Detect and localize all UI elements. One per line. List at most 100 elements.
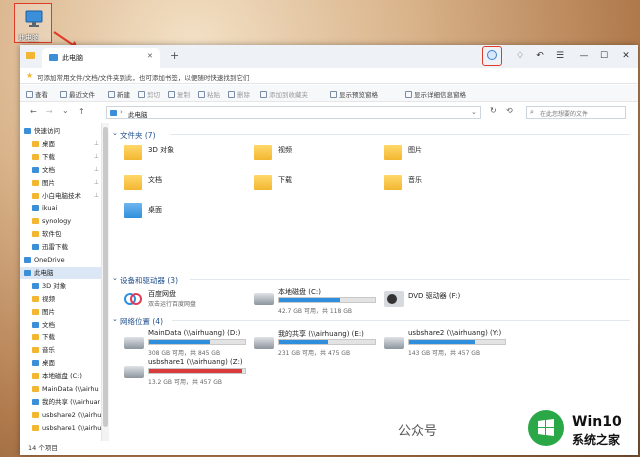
recent-files-label: 最近文件 bbox=[69, 91, 95, 99]
cut-button[interactable]: 剪切 bbox=[138, 89, 160, 99]
address-dropdown-icon[interactable]: ⌄ bbox=[471, 108, 477, 116]
add-bookmark-button[interactable]: 添加到收藏夹 bbox=[260, 89, 308, 99]
undo-icon[interactable]: ↶ bbox=[532, 48, 548, 64]
drive-space-text: 42.7 GB 可用，共 118 GB bbox=[278, 308, 352, 315]
3d-cube-folder-icon bbox=[124, 145, 142, 160]
sidebar-item-icon bbox=[32, 244, 39, 251]
close-button[interactable]: ✕ bbox=[618, 48, 634, 64]
paste-button[interactable]: 粘贴 bbox=[198, 89, 220, 99]
sidebar-item[interactable]: 迅雷下载 bbox=[20, 241, 102, 253]
new-tab-button[interactable]: + bbox=[170, 49, 179, 62]
new-button[interactable]: 新建 bbox=[108, 89, 130, 99]
content-area: ⌄ 文件夹 (7) 3D 对象 视频 图片 文档 下载 音乐 桌面 ⌄ 设备和驱… bbox=[110, 125, 638, 441]
up-icon[interactable]: ↑ bbox=[78, 107, 85, 116]
recent-files-button[interactable]: 最近文件 bbox=[60, 89, 95, 99]
show-preview-pane-button[interactable]: 显示预览窗格 bbox=[330, 89, 378, 99]
pin-icon[interactable]: ⊥ bbox=[94, 177, 99, 189]
sidebar-item[interactable]: 此电脑 bbox=[20, 266, 102, 279]
copy-button[interactable]: 复制 bbox=[168, 89, 190, 99]
pin-icon[interactable]: ⊥ bbox=[94, 151, 99, 163]
forward-icon[interactable]: → bbox=[46, 107, 53, 116]
search-placeholder: 在此您想要的文件 bbox=[540, 111, 589, 118]
dropdown-icon[interactable]: ⌄ bbox=[62, 106, 69, 115]
drive-name: DVD 驱动器 (F:) bbox=[408, 292, 461, 300]
help-button[interactable] bbox=[482, 46, 502, 66]
sidebar-item[interactable]: 3D 对象 bbox=[20, 280, 102, 292]
computer-icon bbox=[49, 54, 58, 61]
tab-close-icon[interactable]: ✕ bbox=[147, 52, 153, 60]
pin-icon[interactable]: ⊥ bbox=[94, 190, 99, 202]
minimize-button[interactable]: — bbox=[576, 48, 592, 64]
bookmark-hint-text: 可添加常用文件/文档/文件夹到此，也可添加书签，以便随时快速找到它们 bbox=[37, 74, 250, 82]
shirt-skin-icon[interactable]: ♢ bbox=[512, 48, 528, 64]
network-drive-e[interactable]: 我的共享 (\\airhuang) (E:) 231 GB 可用，共 475 G… bbox=[254, 329, 378, 359]
sidebar-item[interactable]: 我的共享 (\\airhuar bbox=[20, 396, 102, 408]
sidebar-item[interactable]: 图片 ⊥ bbox=[20, 177, 102, 189]
copy-label: 复制 bbox=[177, 91, 190, 99]
drive-dvd-f[interactable]: DVD 驱动器 (F:) bbox=[384, 289, 504, 315]
section-folders-header[interactable]: 文件夹 (7) bbox=[120, 130, 156, 141]
search-input[interactable]: ⌕ 在此您想要的文件 bbox=[526, 106, 626, 119]
tab-this-pc[interactable]: 此电脑 ✕ bbox=[42, 48, 160, 68]
sidebar-item[interactable]: ikuai bbox=[20, 202, 102, 214]
view-label: 查看 bbox=[35, 91, 48, 99]
sidebar-item[interactable]: 小白电脑技术 ⊥ bbox=[20, 190, 102, 202]
network-drive-d[interactable]: MainData (\\airhuang) (D:) 308 GB 可用，共 8… bbox=[124, 329, 248, 359]
breadcrumb-this-pc[interactable]: 此电脑 bbox=[128, 109, 148, 119]
sidebar-item-label: 下载 bbox=[42, 333, 55, 342]
menu-icon[interactable]: ☰ bbox=[552, 48, 568, 64]
folder-label: 视频 bbox=[278, 146, 292, 154]
show-details-label: 显示详细信息窗格 bbox=[414, 91, 466, 99]
sidebar-scrollbar[interactable] bbox=[102, 123, 109, 441]
sidebar-item[interactable]: 下载 ⊥ bbox=[20, 151, 102, 163]
sidebar-item[interactable]: OneDrive bbox=[20, 254, 102, 266]
device-name: 百度网盘 bbox=[148, 290, 176, 298]
folder-label: 桌面 bbox=[148, 206, 162, 214]
network-drive-z[interactable]: usbshare1 (\\airhuang) (Z:) 13.2 GB 可用，共… bbox=[124, 358, 248, 388]
delete-button[interactable]: 删除 bbox=[228, 89, 250, 99]
maximize-button[interactable]: ☐ bbox=[596, 48, 612, 64]
address-field[interactable]: › 此电脑 ⌄ bbox=[106, 106, 481, 119]
device-baidu-netdisk[interactable]: 百度网盘 双击运行百度网盘 bbox=[124, 289, 244, 315]
sidebar-item-icon bbox=[32, 166, 39, 173]
drive-usage-bar bbox=[278, 339, 376, 345]
scrollbar-thumb[interactable] bbox=[103, 127, 108, 427]
sidebar-item-label: 迅雷下载 bbox=[42, 243, 68, 252]
sidebar-item[interactable]: 下载 bbox=[20, 331, 102, 343]
desktop-icon-label: 此电脑 bbox=[18, 34, 39, 42]
sidebar-item-icon bbox=[32, 308, 39, 315]
sidebar-item[interactable]: usbshare1 (\\airhu bbox=[20, 422, 102, 434]
sidebar-item[interactable]: 桌面 bbox=[20, 357, 102, 369]
view-button[interactable]: 查看 bbox=[26, 89, 48, 99]
details-pane-icon bbox=[405, 90, 412, 98]
sidebar-item[interactable]: 文档 ⊥ bbox=[20, 164, 102, 176]
drive-name: usbshare2 (\\airhuang) (Y:) bbox=[408, 329, 502, 337]
history-icon[interactable]: ⟲ bbox=[506, 106, 513, 115]
sidebar-item-icon bbox=[32, 179, 39, 186]
pin-icon[interactable]: ⊥ bbox=[94, 138, 99, 150]
document-folder-icon bbox=[124, 175, 142, 190]
section-network-header[interactable]: 网络位置 (4) bbox=[120, 316, 163, 327]
drive-usage-bar bbox=[148, 368, 246, 374]
network-drive-y[interactable]: usbshare2 (\\airhuang) (Y:) 143 GB 可用，共 … bbox=[384, 329, 508, 359]
sidebar-item[interactable]: 视频 bbox=[20, 293, 102, 305]
sidebar-item[interactable]: 音乐 bbox=[20, 344, 102, 356]
sidebar-item[interactable]: 图片 bbox=[20, 306, 102, 318]
sidebar-item[interactable]: 软件包 bbox=[20, 228, 102, 240]
sidebar-item[interactable]: 本地磁盘 (C:) bbox=[20, 370, 102, 382]
sidebar-item[interactable]: usbshare2 (\\airhu bbox=[20, 409, 102, 421]
sidebar-item[interactable]: 桌面 ⊥ bbox=[20, 138, 102, 150]
drive-usage-bar bbox=[278, 297, 376, 303]
pin-icon[interactable]: ⊥ bbox=[94, 164, 99, 176]
sidebar-item[interactable]: MainData (\\airhu bbox=[20, 383, 102, 395]
sidebar-item-label: 文档 bbox=[42, 320, 55, 329]
sidebar-item[interactable]: 文档 bbox=[20, 319, 102, 331]
sidebar-item[interactable]: synology bbox=[20, 215, 102, 227]
sidebar-item-label: 文档 bbox=[42, 165, 55, 174]
refresh-icon[interactable]: ↻ bbox=[490, 106, 497, 115]
sidebar-item[interactable]: 快速访问 bbox=[20, 125, 102, 137]
drive-c[interactable]: 本地磁盘 (C:) 42.7 GB 可用，共 118 GB bbox=[254, 287, 378, 317]
back-icon[interactable]: ← bbox=[30, 107, 37, 116]
show-details-pane-button[interactable]: 显示详细信息窗格 bbox=[405, 89, 466, 99]
section-devices-header[interactable]: 设备和驱动器 (3) bbox=[120, 275, 178, 286]
